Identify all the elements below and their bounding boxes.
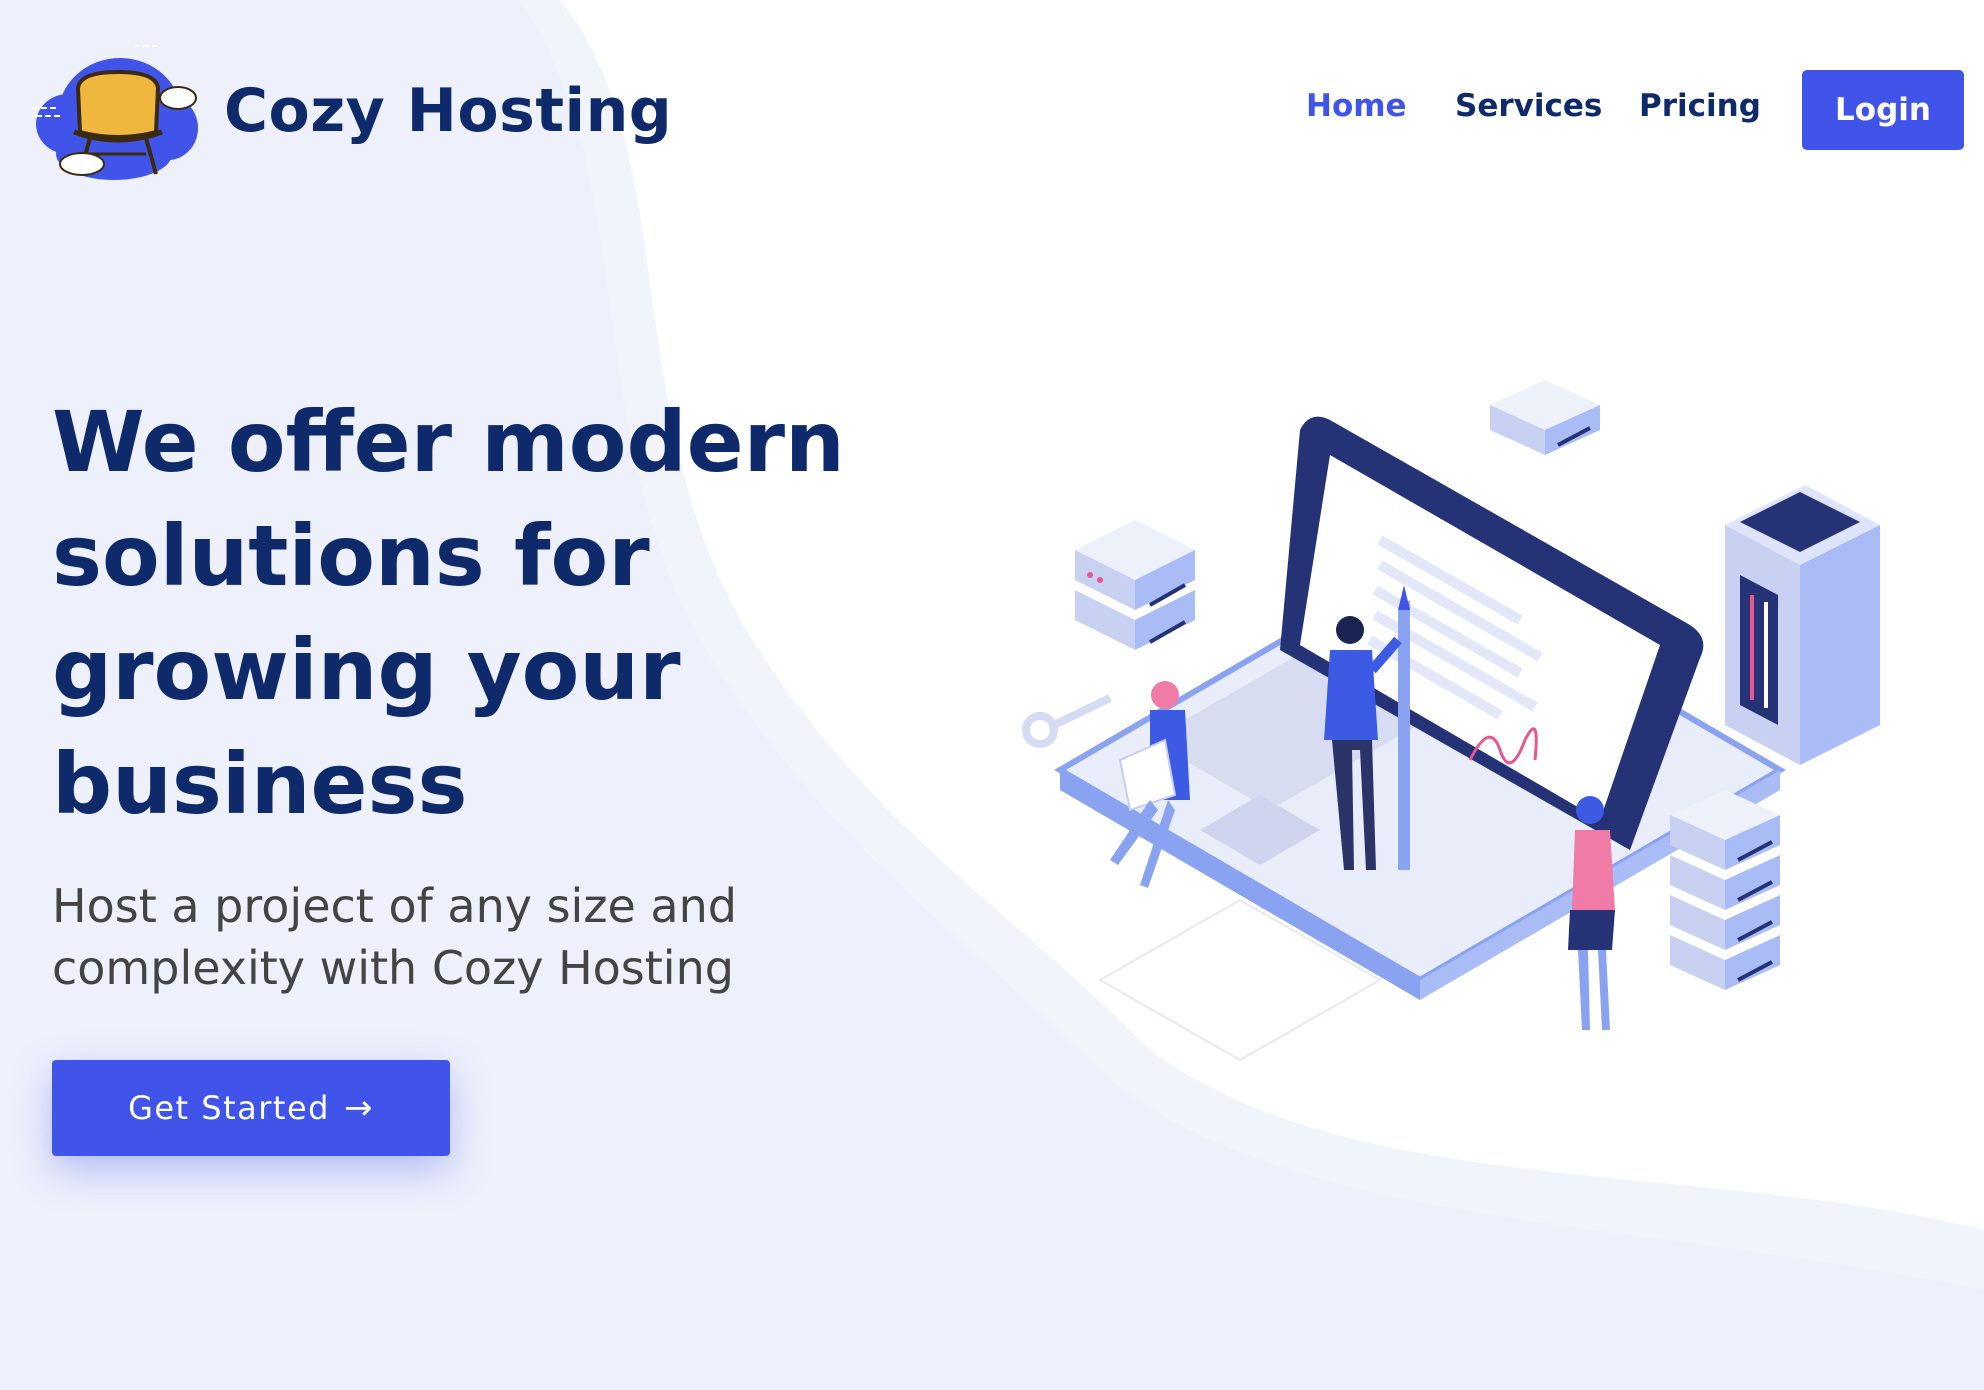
hero-title: We offer modern solutions for growing yo… <box>52 393 845 833</box>
site-header: Cozy Hosting Home Services Pricing Login <box>0 0 1984 220</box>
arrow-right-icon: → <box>343 1088 374 1128</box>
get-started-button[interactable]: Get Started → <box>52 1060 450 1156</box>
nav-pricing-link[interactable]: Pricing <box>1639 88 1761 124</box>
nav-home-link[interactable]: Home <box>1306 88 1407 124</box>
hero-section: We offer modern solutions for growing yo… <box>52 385 952 999</box>
get-started-label: Get Started <box>128 1089 330 1127</box>
nav-services-link[interactable]: Services <box>1455 88 1602 124</box>
hero-subtitle: Host a project of any size and complexit… <box>52 879 737 995</box>
isometric-laptop-servers-illustration-icon <box>1022 380 1880 1062</box>
login-button[interactable]: Login <box>1802 70 1964 150</box>
main-nav: Home Services Pricing Login <box>0 70 1984 150</box>
